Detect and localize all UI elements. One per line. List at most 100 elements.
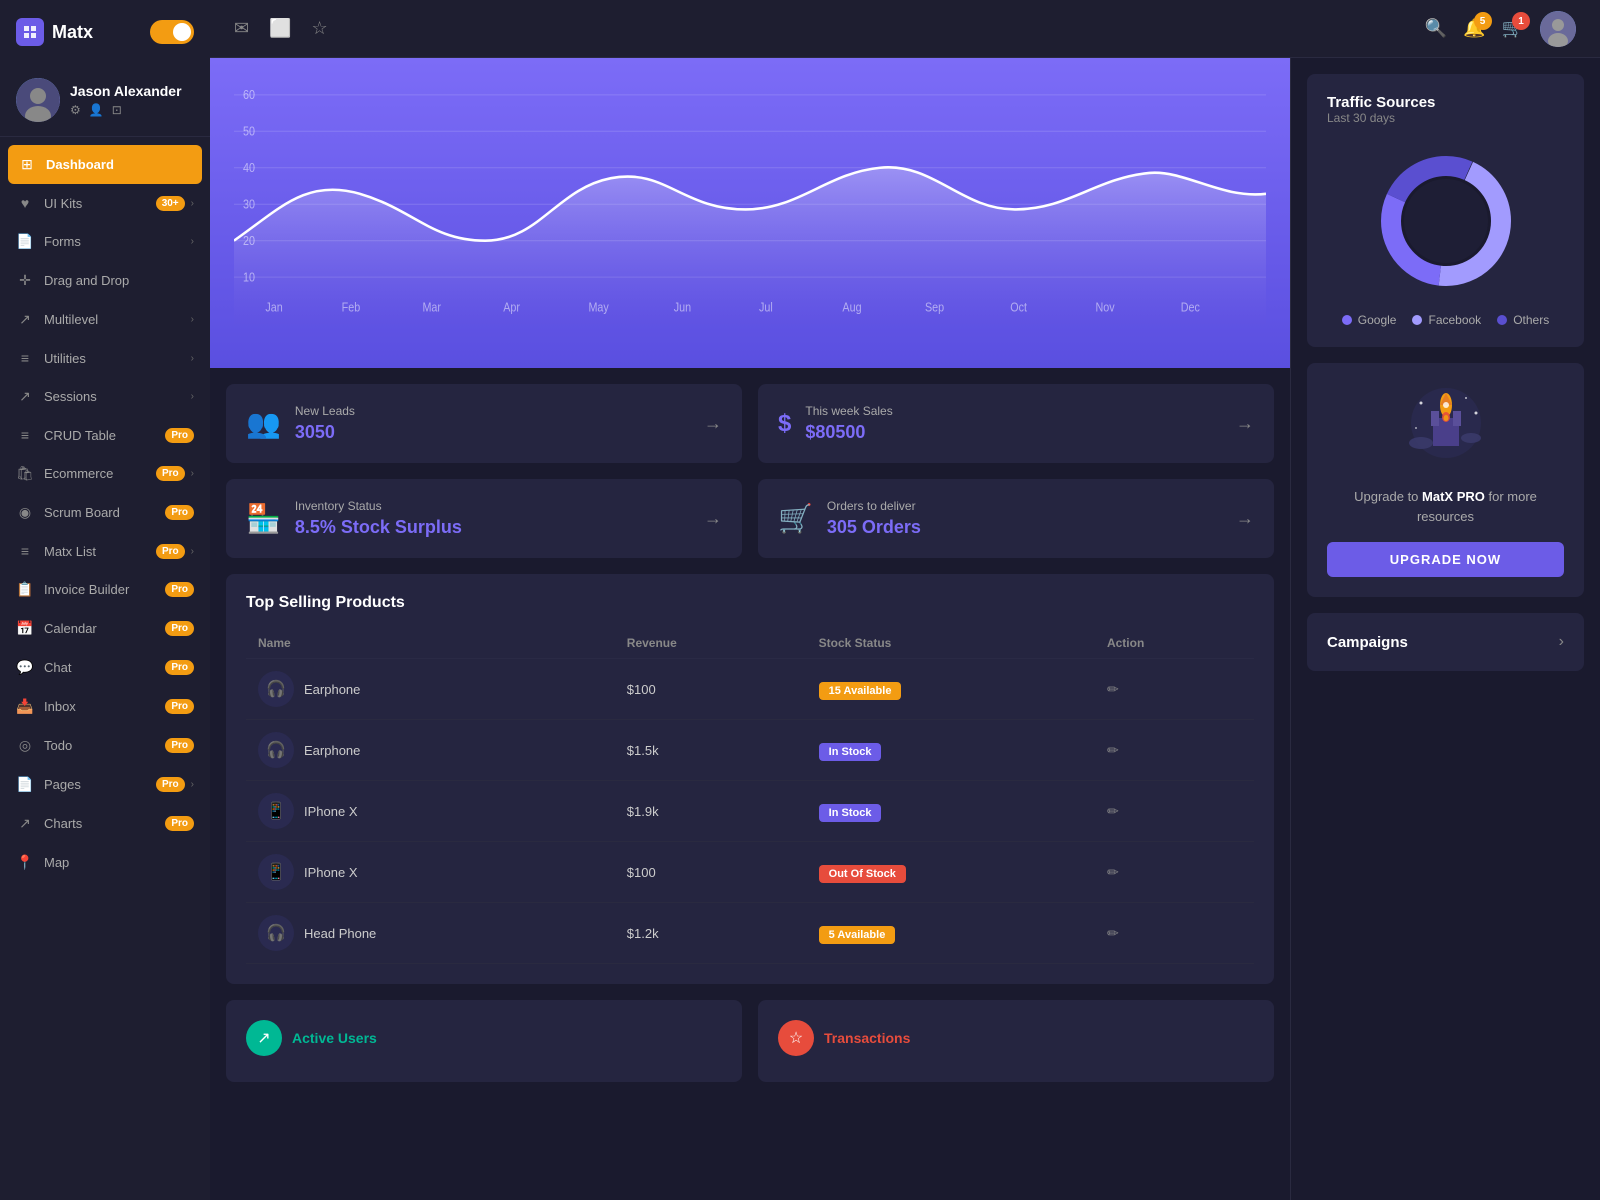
forms-icon: 📄	[16, 233, 34, 250]
active-users-card: ↗ Active Users	[226, 1000, 742, 1082]
sidebar-item-chat[interactable]: 💬 Chat Pro	[0, 648, 210, 687]
theme-toggle[interactable]	[150, 20, 194, 44]
chart-legend: Google Facebook Others	[1327, 313, 1564, 327]
active-users-icon: ↗	[246, 1020, 282, 1056]
upgrade-illustration	[1327, 383, 1564, 475]
window-icon[interactable]: ⬜	[269, 18, 291, 39]
bottom-cards: ↗ Active Users ☆ Transactions	[210, 1000, 1290, 1098]
stock-badge: 15 Available	[819, 682, 902, 700]
settings-icon[interactable]: ⚙	[70, 103, 81, 117]
svg-text:20: 20	[243, 234, 255, 248]
chevron-right-icon: ›	[191, 353, 194, 364]
svg-text:Mar: Mar	[422, 301, 441, 315]
search-icon[interactable]: 🔍	[1425, 18, 1447, 39]
upgrade-description: Upgrade to MatX PRO for more resources	[1327, 487, 1564, 526]
col-name: Name	[246, 628, 615, 659]
sidebar-item-ui-kits[interactable]: ♥ UI Kits 30+ ›	[0, 184, 210, 222]
sidebar-item-ecommerce[interactable]: 🛍 Ecommerce Pro ›	[0, 454, 210, 493]
sidebar-item-crud-table[interactable]: ≡ CRUD Table Pro	[0, 416, 210, 454]
invoice-icon: 📋	[16, 581, 34, 598]
donut-svg	[1366, 141, 1526, 301]
sidebar-item-sessions[interactable]: ↗ Sessions ›	[0, 377, 210, 416]
avatar	[16, 78, 60, 122]
product-revenue: $1.5k	[615, 720, 807, 781]
stock-badge: In Stock	[819, 804, 882, 822]
sidebar-item-matx-list[interactable]: ≡ Matx List Pro ›	[0, 532, 210, 570]
sidebar-item-forms[interactable]: 📄 Forms ›	[0, 222, 210, 261]
svg-text:Aug: Aug	[842, 301, 861, 315]
chevron-right-icon: ›	[191, 546, 194, 557]
table-row: 🎧 Head Phone $1.2k 5 Available ✏	[246, 903, 1254, 964]
col-action: Action	[1095, 628, 1254, 659]
notifications-button[interactable]: 🔔 5	[1463, 18, 1485, 39]
arrow-right-icon: →	[1236, 508, 1254, 529]
facebook-dot	[1412, 315, 1422, 325]
right-sidebar: Traffic Sources Last 30 days	[1290, 58, 1600, 1200]
sidebar-item-utilities[interactable]: ≡ Utilities ›	[0, 339, 210, 377]
legend-label: Others	[1513, 313, 1549, 327]
star-icon[interactable]: ☆	[312, 18, 328, 39]
user-actions: ⚙ 👤 ⊡	[70, 103, 182, 117]
leads-icon: 👥	[246, 407, 281, 440]
layout-icon[interactable]: ⊡	[112, 103, 122, 117]
product-avatar: 📱	[258, 854, 294, 890]
sidebar-item-inbox[interactable]: 📥 Inbox Pro	[0, 687, 210, 726]
sidebar-item-calendar[interactable]: 📅 Calendar Pro	[0, 609, 210, 648]
sidebar-item-map[interactable]: 📍 Map	[0, 843, 210, 882]
user-avatar-topbar[interactable]	[1540, 11, 1576, 47]
edit-icon[interactable]: ✏	[1107, 925, 1119, 941]
upgrade-svg	[1401, 383, 1491, 463]
stat-title: Inventory Status	[295, 499, 462, 513]
edit-icon[interactable]: ✏	[1107, 681, 1119, 697]
topbar-right: 🔍 🔔 5 🛒 1	[1425, 11, 1576, 47]
sidebar-item-drag-drop[interactable]: ✛ Drag and Drop	[0, 261, 210, 300]
campaigns-arrow-icon[interactable]: ›	[1559, 633, 1564, 651]
product-name: Head Phone	[304, 926, 376, 941]
edit-icon[interactable]: ✏	[1107, 742, 1119, 758]
sidebar-item-multilevel[interactable]: ↗ Multilevel ›	[0, 300, 210, 339]
traffic-subtitle: Last 30 days	[1327, 111, 1564, 125]
dashboard-icon: ⊞	[18, 156, 36, 173]
map-icon: 📍	[16, 854, 34, 871]
sessions-icon: ↗	[16, 388, 34, 405]
ui-kits-icon: ♥	[16, 195, 34, 211]
product-revenue: $1.9k	[615, 781, 807, 842]
edit-icon[interactable]: ✏	[1107, 803, 1119, 819]
arrow-right-icon: →	[704, 508, 722, 529]
arrow-right-icon: →	[704, 413, 722, 434]
sidebar-item-charts[interactable]: ↗ Charts Pro	[0, 804, 210, 843]
product-avatar: 📱	[258, 793, 294, 829]
sidebar-item-dashboard[interactable]: ⊞ Dashboard	[8, 145, 202, 184]
active-users-title: Active Users	[292, 1030, 377, 1046]
arrow-right-icon: →	[1236, 413, 1254, 434]
stat-card-orders: 🛒 Orders to deliver 305 Orders →	[758, 479, 1274, 558]
table-row: 📱 IPhone X $100 Out Of Stock ✏	[246, 842, 1254, 903]
sidebar-item-pages[interactable]: 📄 Pages Pro ›	[0, 765, 210, 804]
svg-text:Jul: Jul	[759, 301, 773, 315]
sidebar-item-scrum-board[interactable]: ◉ Scrum Board Pro	[0, 493, 210, 532]
product-name: Earphone	[304, 682, 360, 697]
pages-icon: 📄	[16, 776, 34, 793]
sales-icon: $	[778, 410, 791, 438]
upgrade-button[interactable]: UPGRADE NOW	[1327, 542, 1564, 577]
sidebar: Matx Jason Alexander ⚙ 👤 ⊡ ⊞ Dashboar	[0, 0, 210, 1200]
inventory-icon: 🏪	[246, 502, 281, 535]
legend-facebook: Facebook	[1412, 313, 1481, 327]
transactions-card: ☆ Transactions	[758, 1000, 1274, 1082]
google-dot	[1342, 315, 1352, 325]
sidebar-item-invoice[interactable]: 📋 Invoice Builder Pro	[0, 570, 210, 609]
product-name: IPhone X	[304, 865, 358, 880]
drag-drop-icon: ✛	[16, 272, 34, 289]
chat-icon: 💬	[16, 659, 34, 676]
products-table-section: Top Selling Products Name Revenue Stock …	[226, 574, 1274, 984]
svg-text:Jun: Jun	[674, 301, 691, 315]
product-name: IPhone X	[304, 804, 358, 819]
product-avatar: 🎧	[258, 671, 294, 707]
stock-badge: 5 Available	[819, 926, 896, 944]
sidebar-item-todo[interactable]: ◎ Todo Pro	[0, 726, 210, 765]
mail-icon[interactable]: ✉	[234, 18, 249, 39]
cart-button[interactable]: 🛒 1	[1502, 18, 1524, 39]
profile-icon[interactable]: 👤	[89, 103, 104, 117]
sidebar-nav: ⊞ Dashboard ♥ UI Kits 30+ › 📄 Forms › ✛	[0, 137, 210, 1200]
edit-icon[interactable]: ✏	[1107, 864, 1119, 880]
